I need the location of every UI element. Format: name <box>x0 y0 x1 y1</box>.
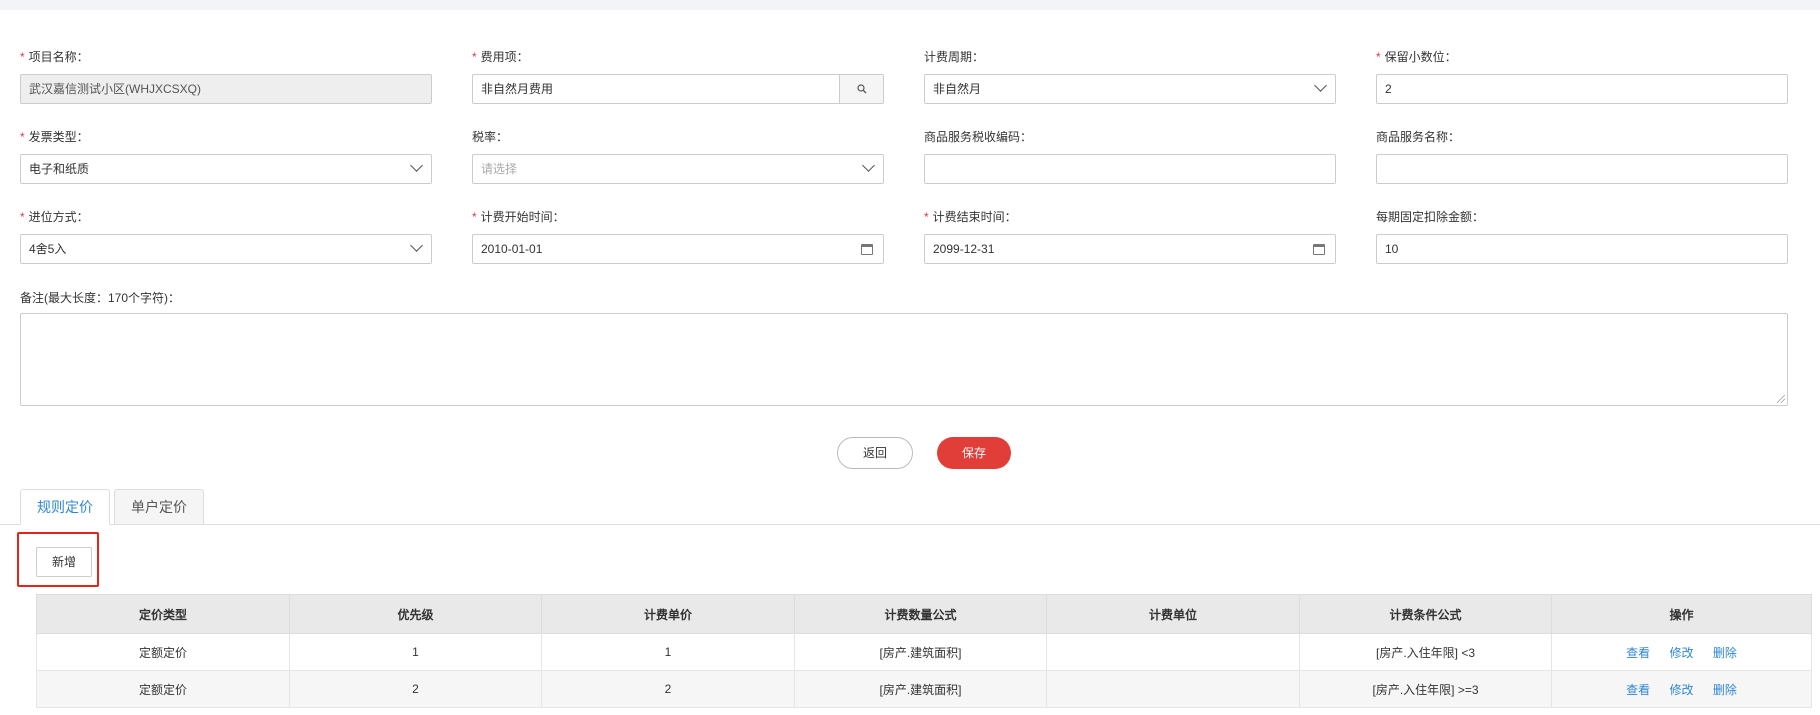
search-icon <box>857 84 867 94</box>
required-mark: * <box>20 210 25 224</box>
end-time-label: 计费结束时间： <box>932 210 1017 224</box>
required-mark: * <box>1376 50 1381 64</box>
rounding-label: 进位方式： <box>28 210 89 224</box>
project-name-input: 武汉嘉信测试小区(WHJXCSXQ) <box>20 74 432 104</box>
cell-unit-price: 2 <box>541 670 795 708</box>
cell-condition: [房产.入住年限] >=3 <box>1299 670 1552 708</box>
tax-rate-label: 税率： <box>472 130 509 144</box>
tab-single-pricing[interactable]: 单户定价 <box>114 489 204 525</box>
resize-grip-icon[interactable] <box>1777 395 1785 403</box>
edit-link[interactable]: 修改 <box>1669 646 1693 660</box>
cell-unit <box>1046 633 1300 671</box>
cell-ops: 查看 修改 删除 <box>1551 670 1812 708</box>
add-button[interactable]: 新增 <box>36 547 92 577</box>
cell-qty-formula: [房产.建筑面积] <box>794 670 1047 708</box>
start-time-input[interactable]: 2010-01-01 <box>472 234 884 264</box>
decimal-places-input[interactable]: 2 <box>1376 74 1788 104</box>
tax-rate-placeholder: 请选择 <box>481 162 518 176</box>
invoice-type-select[interactable]: 电子和纸质 <box>20 154 432 184</box>
notes-textarea[interactable] <box>20 313 1788 406</box>
save-button[interactable]: 保存 <box>937 437 1011 469</box>
chevron-down-icon <box>410 239 423 252</box>
table-row: 定额定价 1 1 [房产.建筑面积] [房产.入住年限] <3 查看 修改 删除 <box>36 633 1812 671</box>
required-mark: * <box>472 210 477 224</box>
fee-item-value: 非自然月费用 <box>481 82 554 96</box>
col-header: 计费单位 <box>1046 594 1300 634</box>
chevron-down-icon <box>410 159 423 172</box>
view-link[interactable]: 查看 <box>1626 646 1650 660</box>
fee-item-label: 费用项： <box>480 50 529 64</box>
end-time-value: 2099-12-31 <box>933 242 995 256</box>
cell-priority: 2 <box>289 670 542 708</box>
tax-code-label: 商品服务税收编码： <box>924 130 1033 144</box>
cell-unit-price: 1 <box>541 633 795 671</box>
col-header: 优先级 <box>289 594 542 634</box>
cell-condition: [房产.入住年限] <3 <box>1299 633 1552 671</box>
fixed-deduction-input[interactable]: 10 <box>1376 234 1788 264</box>
billing-cycle-value: 非自然月 <box>933 82 982 96</box>
invoice-type-label: 发票类型： <box>28 130 89 144</box>
delete-link[interactable]: 删除 <box>1713 646 1737 660</box>
fixed-deduction-label: 每期固定扣除金额： <box>1376 210 1485 224</box>
calendar-icon[interactable] <box>1313 244 1325 255</box>
notes-label: 备注(最大长度：170个字符)： <box>20 291 181 305</box>
chevron-down-icon <box>1314 79 1327 92</box>
tax-code-input[interactable] <box>924 154 1336 184</box>
cell-ops: 查看 修改 删除 <box>1551 633 1812 671</box>
col-header: 操作 <box>1551 594 1812 634</box>
col-header: 定价类型 <box>36 594 290 634</box>
fee-item-input[interactable]: 非自然月费用 <box>472 74 884 104</box>
cell-type: 定额定价 <box>36 670 290 708</box>
end-time-input[interactable]: 2099-12-31 <box>924 234 1336 264</box>
required-mark: * <box>472 50 477 64</box>
required-mark: * <box>20 130 25 144</box>
rounding-select[interactable]: 4舍5入 <box>20 234 432 264</box>
col-header: 计费条件公式 <box>1299 594 1552 634</box>
start-time-label: 计费开始时间： <box>480 210 565 224</box>
search-button[interactable] <box>839 75 883 103</box>
service-name-input[interactable] <box>1376 154 1788 184</box>
chevron-down-icon <box>862 159 875 172</box>
decimal-places-label: 保留小数位： <box>1384 50 1457 64</box>
pricing-table: 定价类型 优先级 计费单价 计费数量公式 计费单位 计费条件公式 操作 定额定价… <box>36 594 1812 708</box>
tax-rate-select[interactable]: 请选择 <box>472 154 884 184</box>
required-mark: * <box>924 210 929 224</box>
back-button[interactable]: 返回 <box>837 437 913 469</box>
cell-unit <box>1046 670 1300 708</box>
project-name-label: 项目名称： <box>28 50 89 64</box>
rounding-value: 4舍5入 <box>29 242 67 256</box>
calendar-icon[interactable] <box>861 244 873 255</box>
col-header: 计费数量公式 <box>794 594 1047 634</box>
billing-cycle-select[interactable]: 非自然月 <box>924 74 1336 104</box>
cell-qty-formula: [房产.建筑面积] <box>794 633 1047 671</box>
col-header: 计费单价 <box>541 594 795 634</box>
top-bar <box>0 0 1820 10</box>
start-time-value: 2010-01-01 <box>481 242 543 256</box>
invoice-type-value: 电子和纸质 <box>29 162 90 176</box>
tabs-divider <box>0 524 1820 525</box>
tab-rule-pricing[interactable]: 规则定价 <box>20 489 110 525</box>
cell-priority: 1 <box>289 633 542 671</box>
cell-type: 定额定价 <box>36 633 290 671</box>
table-header-row: 定价类型 优先级 计费单价 计费数量公式 计费单位 计费条件公式 操作 <box>36 594 1812 634</box>
view-link[interactable]: 查看 <box>1626 683 1650 697</box>
service-name-label: 商品服务名称： <box>1376 130 1461 144</box>
table-row: 定额定价 2 2 [房产.建筑面积] [房产.入住年限] >=3 查看 修改 删… <box>36 670 1812 708</box>
billing-cycle-label: 计费周期： <box>924 50 985 64</box>
delete-link[interactable]: 删除 <box>1713 683 1737 697</box>
required-mark: * <box>20 50 25 64</box>
edit-link[interactable]: 修改 <box>1669 683 1693 697</box>
